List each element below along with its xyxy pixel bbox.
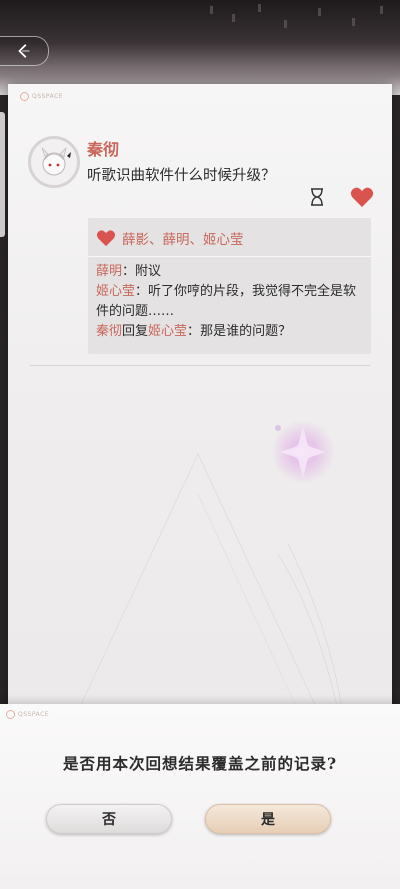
brand-logo: QSSPACE bbox=[20, 92, 63, 101]
scroll-indicator[interactable] bbox=[0, 112, 5, 237]
chevron-left-icon bbox=[18, 44, 30, 58]
post-text: 听歌识曲软件什么时候升级？ bbox=[87, 168, 276, 184]
like-heart-icon[interactable] bbox=[350, 186, 374, 208]
no-button[interactable]: 否 bbox=[46, 804, 172, 834]
comment-item[interactable]: 秦彻回复姬心莹：那是谁的问题？ bbox=[96, 322, 364, 342]
avatar[interactable] bbox=[28, 136, 80, 188]
comment-author[interactable]: 秦彻 bbox=[96, 324, 122, 339]
comment-divider bbox=[88, 256, 371, 257]
avatar-image bbox=[41, 147, 71, 176]
sparkle-decoration bbox=[271, 420, 335, 484]
comment-item[interactable]: 姬心莹：听了你哼的片段，我觉得不完全是软件的问题…… bbox=[96, 282, 364, 322]
likes-row: 薛影、薛明、姬心莹 bbox=[96, 228, 244, 248]
post-author[interactable]: 秦彻 bbox=[87, 136, 119, 160]
heart-icon bbox=[96, 230, 116, 247]
reply-target[interactable]: 姬心莹 bbox=[148, 324, 187, 339]
comment-text: 附议 bbox=[135, 264, 162, 279]
comment-author[interactable]: 姬心莹 bbox=[96, 284, 135, 299]
back-button[interactable] bbox=[0, 36, 49, 66]
comment-list: 薛明：附议 姬心莹：听了你哼的片段，我觉得不完全是软件的问题…… 秦彻回复姬心莹… bbox=[96, 262, 364, 342]
dialog-question: 是否用本次回想结果覆盖之前的记录? bbox=[62, 754, 338, 773]
yes-button[interactable]: 是 bbox=[205, 804, 331, 834]
brand-logo: QSSPACE bbox=[6, 710, 49, 719]
confirm-dialog: QSSPACE 是否用本次回想结果覆盖之前的记录? 否 是 bbox=[0, 704, 400, 889]
likes-names: 薛影、薛明、姬心莹 bbox=[122, 232, 244, 248]
comment-section: 薛影、薛明、姬心莹 薛明：附议 姬心莹：听了你哼的片段，我觉得不完全是软件的问题… bbox=[88, 218, 371, 354]
comment-author[interactable]: 薛明 bbox=[96, 264, 122, 279]
comment-text: 那是谁的问题？ bbox=[200, 324, 292, 339]
hourglass-icon[interactable] bbox=[308, 187, 326, 207]
post-divider bbox=[30, 365, 370, 366]
background-cityscape bbox=[0, 0, 400, 95]
reply-label: 回复 bbox=[122, 324, 149, 339]
comment-item[interactable]: 薛明：附议 bbox=[96, 262, 364, 282]
